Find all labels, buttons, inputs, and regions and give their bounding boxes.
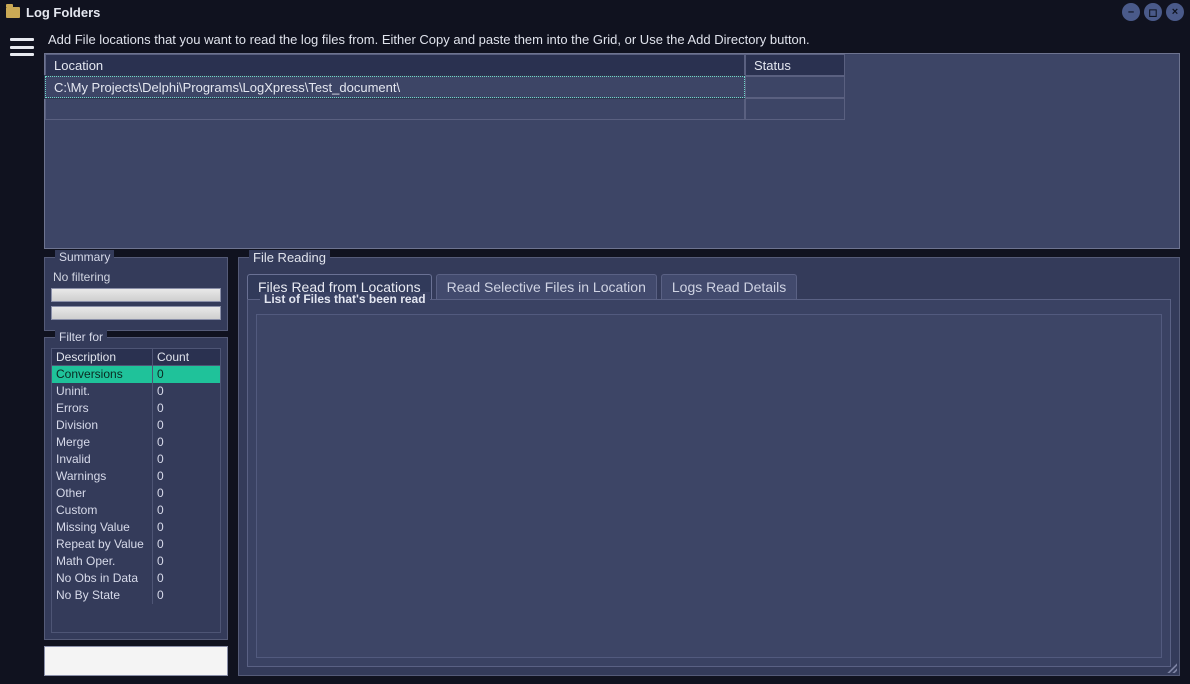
filter-row-description: No By State [52,587,152,604]
instruction-text: Add File locations that you want to read… [44,28,1180,53]
filter-row-count: 0 [152,485,220,502]
filter-row[interactable]: Merge0 [52,434,220,451]
titlebar: Log Folders – ◻ × [0,0,1190,24]
filter-row[interactable]: Division0 [52,417,220,434]
summary-panel: Summary No filtering [44,257,228,331]
location-cell[interactable]: C:\My Projects\Delphi\Programs\LogXpress… [45,76,745,98]
filter-row[interactable]: Missing Value0 [52,519,220,536]
tab-read-selective-files-in-location[interactable]: Read Selective Files in Location [436,274,657,299]
maximize-button[interactable]: ◻ [1144,3,1162,21]
locations-grid-body[interactable] [45,120,1179,248]
filter-row-description: Errors [52,400,152,417]
filter-header-description[interactable]: Description [52,349,152,365]
filter-row-description: Uninit. [52,383,152,400]
filter-row[interactable]: Math Oper.0 [52,553,220,570]
filter-row-count: 0 [152,468,220,485]
left-rail [0,24,44,684]
minimize-button[interactable]: – [1122,3,1140,21]
resize-grip-icon[interactable] [1165,661,1177,673]
files-read-tab-body: List of Files that's been read [247,299,1171,667]
locations-panel: Location C:\My Projects\Delphi\Programs\… [44,53,1180,249]
filter-row-description: No Obs in Data [52,570,152,587]
filter-row-count: 0 [152,502,220,519]
status-cell-empty[interactable] [745,98,845,120]
summary-title: Summary [55,250,114,264]
filter-panel: Filter for Description Count Conversions… [44,337,228,640]
filter-row[interactable]: Invalid0 [52,451,220,468]
side-bottom-field[interactable] [44,646,228,676]
filter-row-count: 0 [152,434,220,451]
filter-row-count: 0 [152,519,220,536]
filter-row-count: 0 [152,536,220,553]
filter-row-count: 0 [152,383,220,400]
locations-header-location[interactable]: Location [45,54,745,76]
filter-row-description: Conversions [52,366,152,383]
summary-bar-2 [51,306,221,320]
filter-row-description: Other [52,485,152,502]
summary-bar-1 [51,288,221,302]
filter-row-description: Missing Value [52,519,152,536]
folder-icon [6,7,20,18]
file-reading-panel: File Reading Files Read from LocationsRe… [238,257,1180,676]
window-title: Log Folders [26,5,100,20]
filter-row-description: Division [52,417,152,434]
hamburger-menu-icon[interactable] [10,38,34,56]
file-reading-title: File Reading [249,250,330,265]
filter-row-description: Invalid [52,451,152,468]
locations-grid-remainder [845,54,1179,120]
filter-row-count: 0 [152,587,220,604]
filter-row-count: 0 [152,417,220,434]
filter-header-count[interactable]: Count [152,349,220,365]
filter-row[interactable]: Repeat by Value0 [52,536,220,553]
filter-row-count: 0 [152,366,220,383]
filter-row-description: Merge [52,434,152,451]
filter-row-description: Math Oper. [52,553,152,570]
filter-row[interactable]: Other0 [52,485,220,502]
locations-header-status[interactable]: Status [745,54,845,76]
filter-row-description: Custom [52,502,152,519]
filter-row-description: Warnings [52,468,152,485]
filter-header-row: Description Count [52,349,220,366]
summary-no-filtering: No filtering [51,268,221,288]
filter-grid: Description Count Conversions0Uninit.0Er… [51,348,221,633]
filter-row[interactable]: No Obs in Data0 [52,570,220,587]
filter-row-count: 0 [152,553,220,570]
filter-row-description: Repeat by Value [52,536,152,553]
filter-row[interactable]: Errors0 [52,400,220,417]
files-list-area[interactable] [256,314,1162,658]
filter-row[interactable]: Conversions0 [52,366,220,383]
filter-row[interactable]: No By State0 [52,587,220,604]
tab-logs-read-details[interactable]: Logs Read Details [661,274,797,299]
location-cell-empty[interactable] [45,98,745,120]
filter-row-count: 0 [152,570,220,587]
filter-title: Filter for [55,330,107,344]
close-button[interactable]: × [1166,3,1184,21]
filter-row[interactable]: Uninit.0 [52,383,220,400]
filter-row[interactable]: Custom0 [52,502,220,519]
filter-row[interactable]: Warnings0 [52,468,220,485]
filter-row-count: 0 [152,451,220,468]
files-list-title: List of Files that's been read [260,292,430,306]
status-cell[interactable] [745,76,845,98]
filter-row-count: 0 [152,400,220,417]
